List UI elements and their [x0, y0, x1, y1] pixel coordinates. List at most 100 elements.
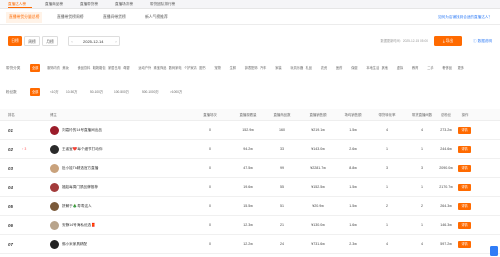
category-chip[interactable]: 全部	[30, 64, 41, 72]
table-row[interactable]: 05 拼解于🎄寿寿这人 0 15.5w 51 ¥20.9w 1.5w 2 2 264.3w 详情	[0, 197, 500, 216]
category-chip[interactable]: 母婴	[121, 64, 131, 72]
category-chip[interactable]: 奢侈品	[440, 64, 454, 72]
tab-sub-2[interactable]: 直播间带货榜	[100, 12, 129, 23]
th-rooms[interactable]: 带货直播间数	[404, 109, 440, 121]
category-chip[interactable]: 家装	[273, 64, 283, 72]
table-row[interactable]: 02 ↑ 3 王者宝❤️每个细节打动你 0 94.2w 33 ¥143.0w 2.6w 1 1 24…	[0, 140, 500, 159]
cell-avg: 2.6w	[349, 147, 357, 151]
avatar[interactable]	[50, 145, 59, 154]
fans-filter-label: 粉丝数	[6, 90, 17, 94]
category-chip[interactable]: 更多	[456, 64, 466, 72]
category-chip[interactable]: 图书	[197, 64, 207, 72]
category-chip[interactable]: 运动户外	[136, 64, 153, 72]
chevron-left-icon[interactable]: ‹	[69, 37, 75, 47]
cell-fans: 2170.7w	[439, 185, 453, 189]
cell-avg: 1.6w	[349, 223, 357, 227]
anchor-name[interactable]: 刘嘉玲的14号直播间出品	[62, 121, 102, 140]
fans-chip[interactable]: 50-100万	[88, 88, 105, 96]
category-chip[interactable]: 本地生活	[364, 64, 381, 72]
category-chip[interactable]: 教育	[410, 64, 420, 72]
category-chip[interactable]: 礼品	[304, 64, 314, 72]
anchor-name[interactable]: 拼解于🎄寿寿这人	[62, 197, 92, 216]
period-week-button[interactable]: 周榜	[24, 36, 40, 46]
detail-button[interactable]: 详情	[458, 241, 471, 248]
rank-number: 03	[8, 166, 13, 171]
cell-views: 47.5w	[243, 166, 253, 170]
th-sessions[interactable]: 直播场次	[196, 109, 224, 121]
category-chip[interactable]: 保健	[349, 64, 359, 72]
anchor-name[interactable]: 佛小米家具精配	[62, 235, 87, 254]
tab-top-1[interactable]: 直播商品榜	[45, 0, 63, 9]
table-row[interactable]: 03 肚小娃Tk精选官方直播 0 47.5w 99 ¥2281.7w 8.8w 3 3 2090.…	[0, 159, 500, 178]
cell-fans: 2090.0w	[439, 166, 453, 170]
cell-sessions: 0	[209, 147, 211, 151]
avatar[interactable]	[50, 126, 59, 135]
category-chip[interactable]: 汽车	[258, 64, 268, 72]
fans-chip[interactable]: >1000万	[168, 88, 184, 96]
tab-top-3[interactable]: 直播场次榜	[115, 0, 133, 9]
data-desc-link[interactable]: ⓘ 数据说明	[473, 36, 492, 46]
category-chip[interactable]: 其他	[380, 64, 390, 72]
category-chip[interactable]: 医药	[334, 64, 344, 72]
table-row[interactable]: 04 福娃每周门禁品牌推荐 0 19.6w 55 ¥152.5w 1.5w 1 1 2170.7w…	[0, 178, 500, 197]
detail-button[interactable]: 详情	[458, 127, 471, 134]
category-chip[interactable]: 食品饮料	[76, 64, 93, 72]
detail-button[interactable]: 详情	[458, 203, 471, 210]
avatar[interactable]	[50, 164, 59, 173]
date-picker[interactable]: ‹ 2025-12-14 ›	[68, 36, 120, 46]
detail-button[interactable]: 详情	[458, 184, 471, 191]
avatar[interactable]	[50, 183, 59, 192]
category-chip[interactable]: 宠物	[212, 64, 222, 72]
th-fans[interactable]: 总粉丝	[436, 109, 456, 121]
detail-button[interactable]: 详情	[458, 165, 471, 172]
chevron-right-icon[interactable]: ›	[113, 37, 119, 47]
th-gmv[interactable]: 直播销售额	[304, 109, 332, 121]
th-conv[interactable]: 带货转化率	[372, 109, 402, 121]
category-chip[interactable]: 珠宝饰品	[152, 64, 169, 72]
tab-sub-1[interactable]: 直播带货榜周榜	[54, 12, 87, 23]
th-avg[interactable]: 场均销售额	[338, 109, 368, 121]
cell-gmv: ¥20.9w	[312, 204, 324, 208]
th-items[interactable]: 直播商品数	[268, 109, 296, 121]
anchor-name[interactable]: 王者宝❤️每个细节打动你	[62, 140, 102, 159]
fans-chip[interactable]: <10万	[48, 88, 61, 96]
fans-chip[interactable]: 10-50万	[64, 88, 79, 96]
export-button[interactable]: ⤓ 导出	[434, 36, 462, 46]
fans-chip[interactable]: 100-500万	[112, 88, 131, 96]
category-chip[interactable]: 玩具乐器	[288, 64, 305, 72]
fans-chip[interactable]: 全部	[30, 88, 41, 96]
category-chip[interactable]: 生鲜	[228, 64, 238, 72]
tab-sub-0[interactable]: 直播带货分量总榜	[6, 12, 43, 23]
th-views[interactable]: 直播观看量	[234, 109, 262, 121]
rank-number: 07	[8, 242, 13, 247]
info-icon: ⓘ	[473, 39, 477, 43]
export-label: 导出	[445, 39, 454, 43]
tab-top-4[interactable]: 带货团队排行榜	[150, 0, 175, 9]
tab-sub-3[interactable]: 新人气榜推荐	[142, 12, 171, 23]
table-row[interactable]: 07 佛小米家具精配 0 12.2w 24 ¥731.6w 2.3w 4 4 597.2w 详情	[0, 235, 500, 254]
detail-button[interactable]: 详情	[458, 222, 471, 229]
anchor-name[interactable]: 安静14号海私优选🧧	[62, 216, 96, 235]
tab-top-2[interactable]: 直播带货榜	[80, 0, 98, 9]
avatar[interactable]	[50, 221, 59, 230]
fans-filter: 粉丝数 全部 <10万 10-50万 50-100万 100-500万 500-1000万…	[0, 86, 500, 98]
category-chip[interactable]: 虚拟	[395, 64, 405, 72]
avatar[interactable]	[50, 240, 59, 249]
table-row[interactable]: 01 刘嘉玲的14号直播间出品 0 152.9w 160 ¥219.1w 1.5w 4 4 273…	[0, 121, 500, 140]
cell-avg: 1.5w	[349, 128, 357, 132]
avatar[interactable]	[50, 202, 59, 211]
category-chip[interactable]: 美妆	[60, 64, 70, 72]
cell-views: 152.9w	[242, 128, 254, 132]
detail-button[interactable]: 详情	[458, 146, 471, 153]
anchor-name[interactable]: 福娃每周门禁品牌推荐	[62, 178, 98, 197]
fans-chip[interactable]: 500-1000万	[140, 88, 161, 96]
chat-icon[interactable]	[490, 246, 498, 256]
promo-link[interactable]: 如何为店铺找到合适的直播达人？	[438, 12, 492, 23]
cell-gmv: ¥152.5w	[311, 185, 325, 189]
category-chip[interactable]: 农资	[319, 64, 329, 72]
period-month-button[interactable]: 月榜	[42, 36, 58, 46]
table-row[interactable]: 06 安静14号海私优选🧧 0 12.3w 21 ¥130.0w 1.6w 1 1 146.3w 详…	[0, 216, 500, 235]
anchor-name[interactable]: 肚小娃Tk精选官方直播	[62, 159, 98, 178]
period-day-button[interactable]: 日榜	[8, 36, 22, 46]
category-chip[interactable]: 二手	[425, 64, 435, 72]
